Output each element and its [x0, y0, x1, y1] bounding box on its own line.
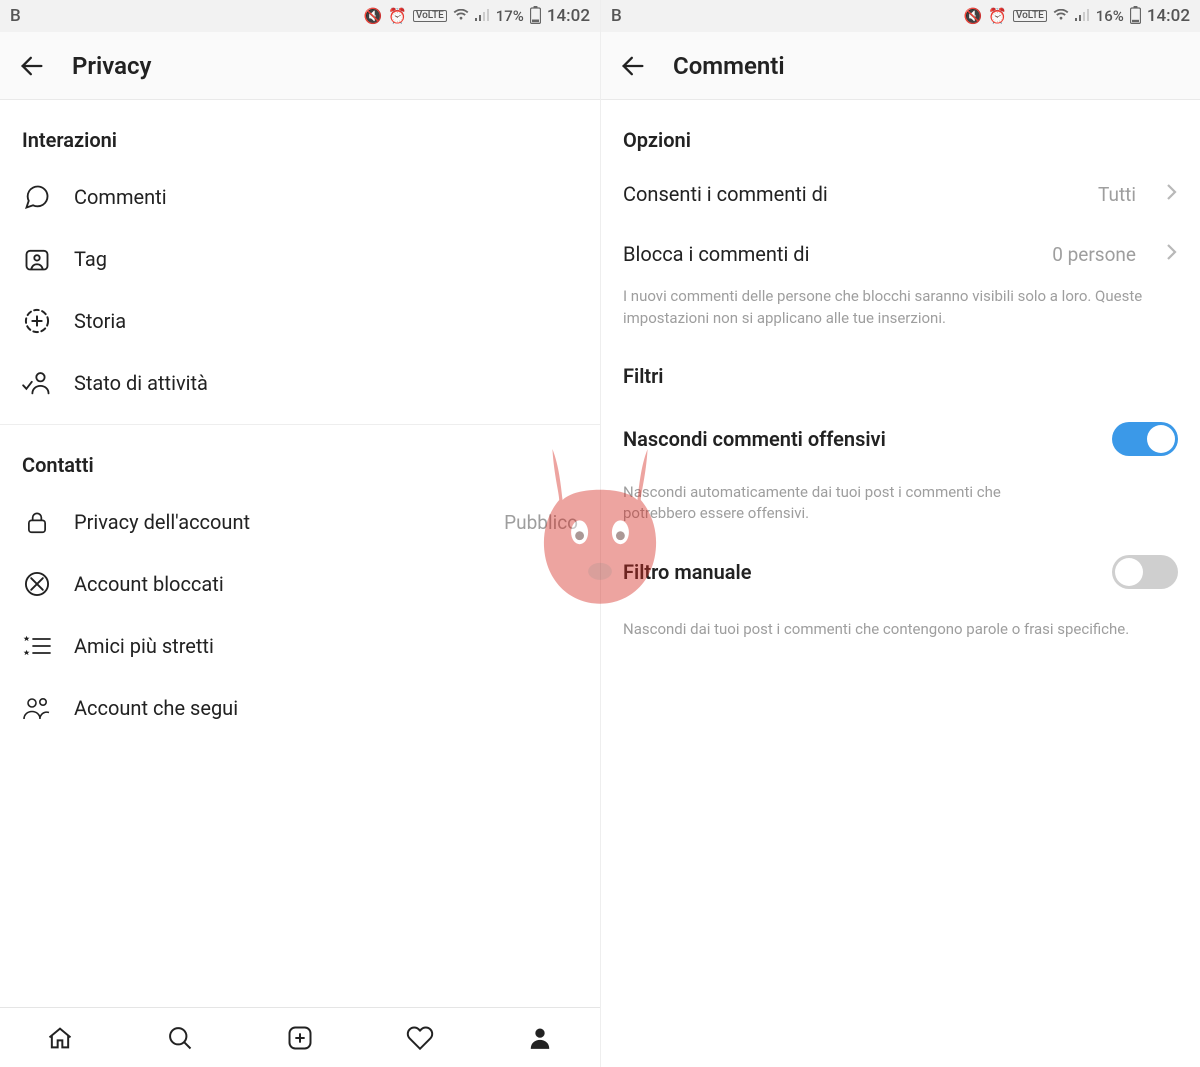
- lock-icon: [22, 507, 52, 537]
- row-allow-value: Tutti: [1098, 183, 1136, 206]
- bottom-nav: [0, 1007, 600, 1067]
- back-button[interactable]: [18, 52, 46, 80]
- row-manual-filter: Filtro manuale: [601, 545, 1200, 605]
- section-interactions: Interazioni: [0, 100, 600, 166]
- row-block-comments[interactable]: Blocca i commenti di 0 persone: [601, 222, 1200, 282]
- close-friends-icon: [22, 631, 52, 661]
- hide-offensive-label: Nascondi commenti offensivi: [623, 427, 1090, 451]
- status-bar: B 🔇 ⏰ VoLTE 16% 14:02: [601, 0, 1200, 32]
- manual-filter-label: Filtro manuale: [623, 560, 1090, 584]
- activity-icon: [22, 368, 52, 398]
- nav-activity[interactable]: [403, 1021, 437, 1055]
- page-title: Commenti: [673, 52, 785, 80]
- wifi-icon: [453, 9, 469, 24]
- row-allow-comments[interactable]: Consenti i commenti di Tutti: [601, 166, 1200, 222]
- row-blocked[interactable]: Account bloccati: [0, 553, 600, 615]
- row-tag[interactable]: Tag: [0, 228, 600, 290]
- volte-icon: VoLTE: [1013, 10, 1047, 22]
- row-story-label: Storia: [74, 309, 578, 333]
- battery-icon: [530, 6, 541, 27]
- manual-filter-toggle[interactable]: [1112, 555, 1178, 589]
- following-icon: [22, 693, 52, 723]
- clock: 14:02: [1147, 6, 1190, 26]
- row-account-privacy-label: Privacy dell'account: [74, 510, 482, 534]
- status-right: 🔇 ⏰ VoLTE 16% 14:02: [964, 6, 1190, 27]
- row-tag-label: Tag: [74, 247, 578, 271]
- section-filters: Filtri: [601, 350, 1200, 402]
- battery-percent: 16%: [1096, 7, 1124, 25]
- row-close-friends[interactable]: Amici più stretti: [0, 615, 600, 677]
- row-following-label: Account che segui: [74, 696, 578, 720]
- hide-offensive-helper: Nascondi automaticamente dai tuoi post i…: [601, 472, 1061, 546]
- row-close-friends-label: Amici più stretti: [74, 634, 578, 658]
- row-story[interactable]: Storia: [0, 290, 600, 352]
- signal-icon: [475, 9, 490, 24]
- row-account-privacy[interactable]: Privacy dell'account Pubblico: [0, 491, 600, 553]
- battery-icon: [1130, 6, 1141, 27]
- row-blocked-label: Account bloccati: [74, 572, 578, 596]
- privacy-content: Interazioni Commenti Tag Storia: [0, 100, 600, 1067]
- back-button[interactable]: [619, 52, 647, 80]
- alarm-icon: ⏰: [388, 9, 407, 24]
- hide-offensive-toggle[interactable]: [1112, 422, 1178, 456]
- tag-icon: [22, 244, 52, 274]
- signal-icon: [1075, 9, 1090, 24]
- manual-filter-helper: Nascondi dai tuoi post i commenti che co…: [601, 605, 1200, 661]
- status-bar: B 🔇 ⏰ VoLTE 17% 14:02: [0, 0, 600, 32]
- alarm-icon: ⏰: [988, 9, 1007, 24]
- app-bar: Commenti: [601, 32, 1200, 100]
- comment-icon: [22, 182, 52, 212]
- story-icon: [22, 306, 52, 336]
- row-block-label: Blocca i commenti di: [623, 242, 1030, 266]
- carrier-label: B: [611, 6, 622, 26]
- volte-icon: VoLTE: [413, 10, 447, 22]
- row-activity-label: Stato di attività: [74, 371, 578, 395]
- phone-comments: B 🔇 ⏰ VoLTE 16% 14:02: [600, 0, 1200, 1067]
- row-activity-status[interactable]: Stato di attività: [0, 352, 600, 414]
- mute-icon: 🔇: [364, 9, 383, 24]
- mute-icon: 🔇: [964, 9, 983, 24]
- row-comments[interactable]: Commenti: [0, 166, 600, 228]
- row-allow-label: Consenti i commenti di: [623, 182, 1076, 206]
- page-title: Privacy: [72, 52, 151, 80]
- status-right: 🔇 ⏰ VoLTE 17% 14:02: [364, 6, 590, 27]
- battery-percent: 17%: [496, 7, 524, 25]
- row-hide-offensive: Nascondi commenti offensivi: [601, 402, 1200, 472]
- chevron-right-icon: [1166, 183, 1178, 205]
- blocked-icon: [22, 569, 52, 599]
- app-bar: Privacy: [0, 32, 600, 100]
- block-helper: I nuovi commenti delle persone che blocc…: [601, 282, 1200, 350]
- nav-profile[interactable]: [523, 1021, 557, 1055]
- comments-content: Opzioni Consenti i commenti di Tutti Blo…: [601, 100, 1200, 1067]
- row-comments-label: Commenti: [74, 185, 578, 209]
- clock: 14:02: [547, 6, 590, 26]
- nav-search[interactable]: [163, 1021, 197, 1055]
- carrier-label: B: [10, 6, 21, 26]
- section-contacts: Contatti: [0, 425, 600, 491]
- nav-home[interactable]: [43, 1021, 77, 1055]
- row-account-privacy-value: Pubblico: [504, 511, 578, 534]
- row-block-value: 0 persone: [1052, 243, 1136, 266]
- row-following[interactable]: Account che segui: [0, 677, 600, 739]
- chevron-right-icon: [1166, 243, 1178, 265]
- nav-create[interactable]: [283, 1021, 317, 1055]
- phone-privacy: B 🔇 ⏰ VoLTE 17% 14:02: [0, 0, 600, 1067]
- wifi-icon: [1053, 9, 1069, 24]
- section-options: Opzioni: [601, 100, 1200, 166]
